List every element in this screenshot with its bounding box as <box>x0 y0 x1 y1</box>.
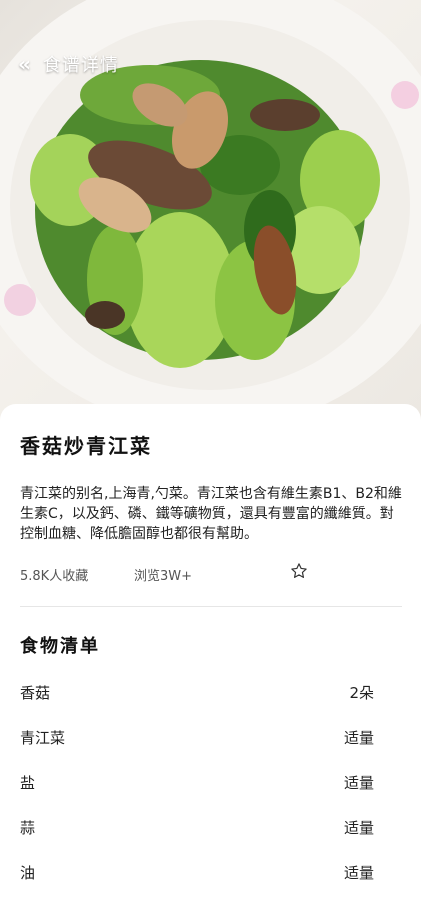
food-name: 盐 <box>20 774 36 792</box>
top-nav-bar: « 食谱详情 <box>18 50 119 78</box>
divider <box>20 606 402 607</box>
recipe-detail-card: 香菇炒青江菜 青江菜的别名,上海青,勺菜。青江菜也含有維生素B1、B2和維生素C… <box>0 404 421 882</box>
food-name: 香菇 <box>20 684 51 702</box>
list-item: 蒜 适量 <box>20 811 374 856</box>
list-item: 香菇 2朵 <box>20 676 374 721</box>
food-name: 蒜 <box>20 819 36 837</box>
food-amount: 适量 <box>343 819 374 837</box>
recipe-hero-image: « 食谱详情 <box>0 0 421 430</box>
recipe-title: 香菇炒青江菜 <box>20 434 152 458</box>
food-list-title: 食物清单 <box>20 636 100 657</box>
list-item: 青江菜 适量 <box>20 721 374 766</box>
list-item: 油 适量 <box>20 856 374 901</box>
food-amount: 2朵 <box>349 684 374 702</box>
food-amount: 适量 <box>343 774 374 792</box>
star-outline-icon[interactable] <box>290 562 308 580</box>
page-title: 食谱详情 <box>42 55 119 76</box>
food-amount: 适量 <box>343 729 374 747</box>
list-item: 盐 适量 <box>20 766 374 811</box>
recipe-meta-row: 5.8K人收藏 浏览3W+ <box>20 562 404 584</box>
views-count: 浏览3W+ <box>134 569 193 584</box>
favorites-count: 5.8K人收藏 <box>20 569 89 584</box>
food-name: 青江菜 <box>20 729 66 747</box>
food-list: 香菇 2朵 青江菜 适量 盐 适量 蒜 适量 油 适量 <box>20 676 374 901</box>
chevron-double-left-icon[interactable]: « <box>18 54 31 74</box>
recipe-description: 青江菜的别名,上海青,勺菜。青江菜也含有維生素B1、B2和維生素C，以及鈣、磷、… <box>20 486 402 542</box>
